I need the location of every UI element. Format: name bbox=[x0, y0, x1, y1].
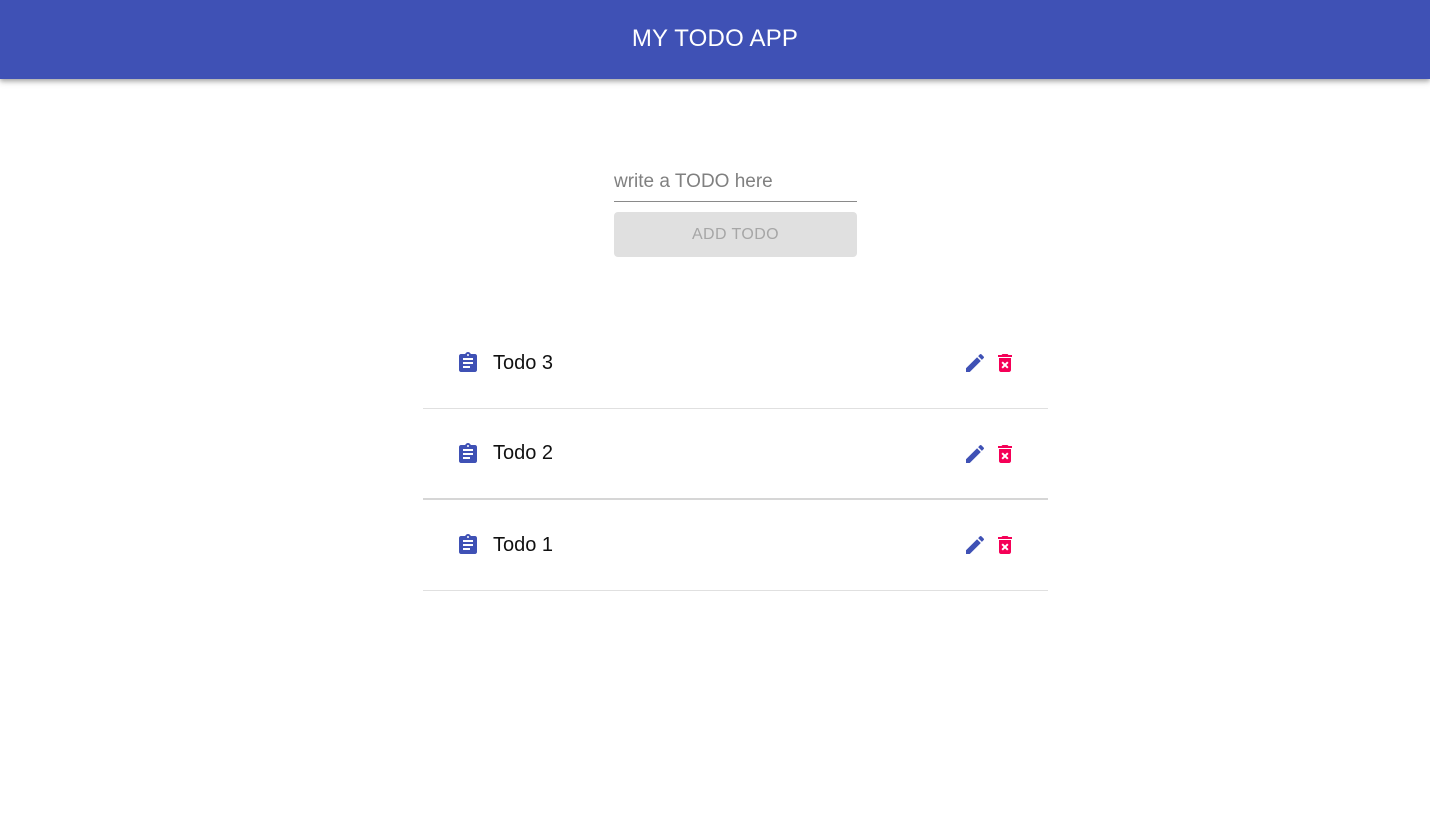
todo-actions bbox=[962, 441, 1018, 467]
todo-input[interactable] bbox=[614, 160, 857, 202]
add-todo-button[interactable]: ADD TODO bbox=[614, 212, 857, 257]
todo-text: Todo 1 bbox=[493, 533, 554, 556]
todo-item: Todo 1 bbox=[423, 500, 1048, 591]
todo-actions bbox=[962, 532, 1018, 558]
todo-text: Todo 2 bbox=[493, 442, 554, 464]
edit-icon[interactable] bbox=[962, 532, 988, 558]
app-title: MY TODO APP bbox=[631, 25, 799, 52]
delete-forever-icon[interactable] bbox=[992, 350, 1018, 376]
delete-forever-icon[interactable] bbox=[992, 441, 1018, 467]
todo-actions bbox=[962, 350, 1018, 376]
todo-item: Todo 3 bbox=[423, 318, 1048, 409]
todo-list: Todo 3 Todo 2 Todo 1 bbox=[423, 318, 1048, 591]
assignment-icon bbox=[455, 350, 481, 376]
edit-icon[interactable] bbox=[962, 441, 988, 467]
app-bar: MY TODO APP bbox=[0, 0, 1430, 79]
edit-icon[interactable] bbox=[962, 350, 988, 376]
assignment-icon bbox=[455, 532, 481, 558]
delete-forever-icon[interactable] bbox=[992, 532, 1018, 558]
todo-text: Todo 3 bbox=[493, 351, 554, 374]
todo-form: ADD TODO bbox=[614, 160, 857, 257]
todo-item: Todo 2 bbox=[423, 409, 1048, 500]
assignment-icon bbox=[455, 441, 481, 467]
